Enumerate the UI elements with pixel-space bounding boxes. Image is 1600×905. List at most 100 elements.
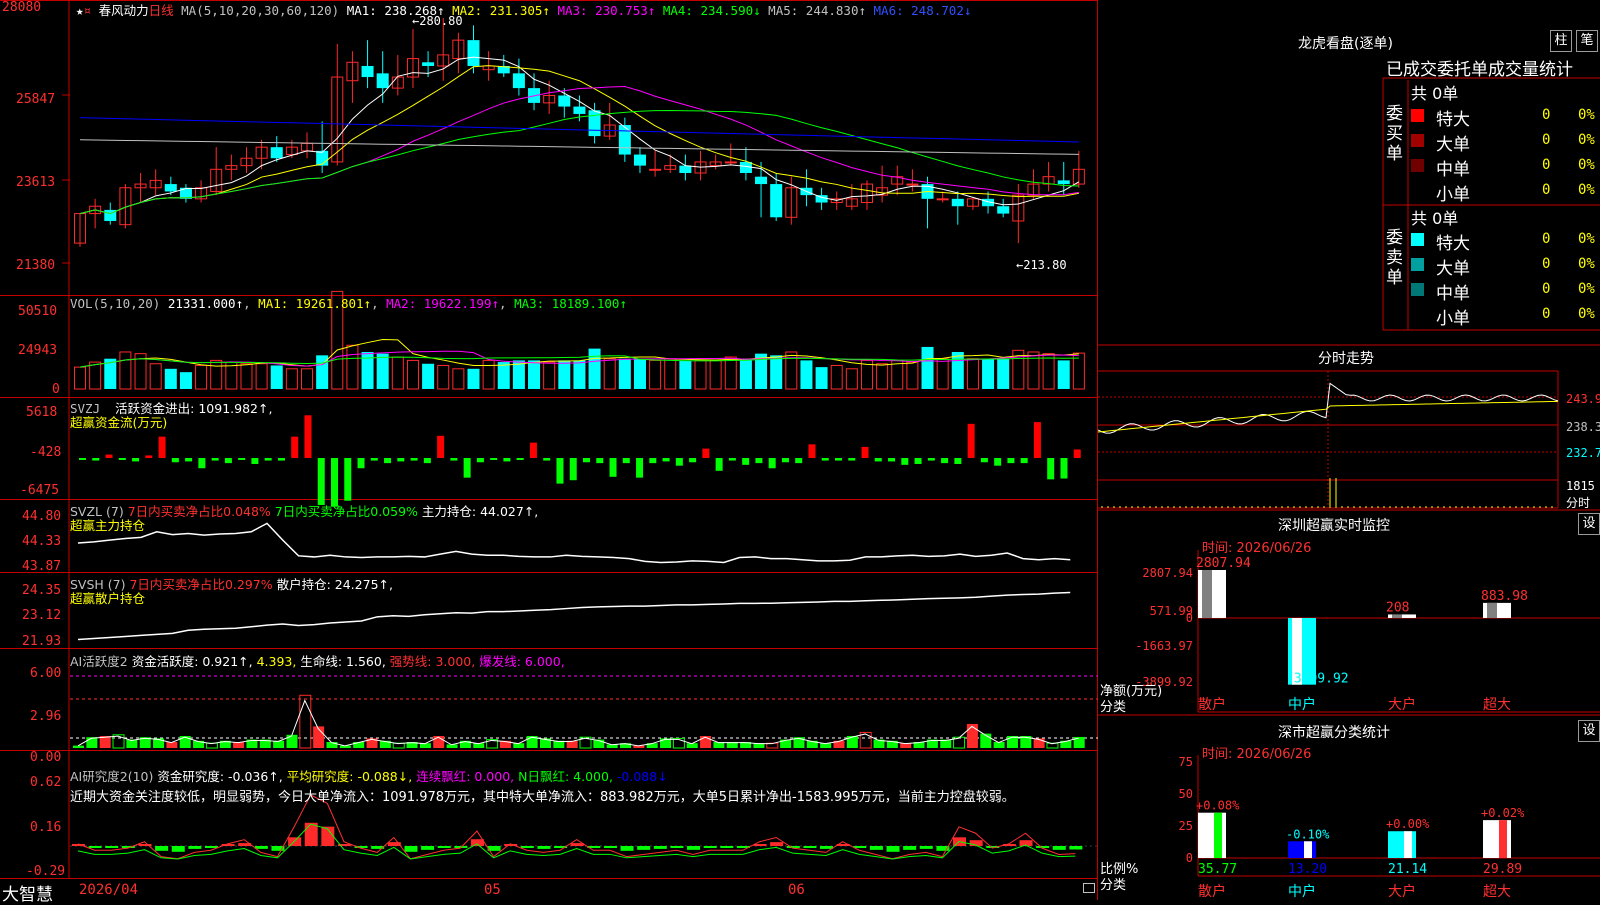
volume-bar — [406, 359, 419, 390]
vol-legend: VOL(5,10,20) 21331.000↑, MA1: 19261.801↑… — [70, 296, 627, 311]
fund-flow-bar — [1020, 458, 1028, 464]
fund-flow-bar — [715, 458, 723, 471]
activity-line — [77, 699, 1079, 747]
fund-flow-bar — [888, 458, 896, 462]
order-percent: 0% — [1578, 132, 1595, 148]
fund-flow-bar — [331, 458, 338, 507]
svzj-subtitle: 超赢资金流(万元) — [70, 415, 168, 430]
star-icon[interactable]: ★ — [76, 3, 84, 18]
y-tick-top: 28080 — [2, 0, 42, 15]
candle-body — [755, 176, 768, 185]
order-percent: 0% — [1578, 231, 1595, 247]
fund-flow-bar — [224, 458, 232, 464]
volume-bar — [240, 363, 253, 390]
y-tick: -0.29 — [26, 864, 66, 879]
order-size-label: 特大 — [1436, 234, 1470, 254]
ma-legend-item[interactable]: MA5: 244.830↑ — [768, 3, 873, 18]
volume-bar — [679, 360, 692, 389]
stock-name[interactable]: 春风动力 — [99, 3, 149, 18]
research-bar — [437, 846, 451, 848]
ratio-change-label: -0.10% — [1286, 827, 1330, 841]
volume-bar — [739, 358, 752, 389]
ma-legend-item[interactable]: MA4: 234.590↓ — [663, 3, 768, 18]
ma-legend-item[interactable]: MA6: 248.702↓ — [874, 3, 972, 18]
volume-bar — [437, 364, 450, 390]
fund-flow-bar — [264, 458, 272, 461]
research-bar — [903, 846, 917, 850]
fund-flow-bar — [437, 435, 445, 458]
volume-bar — [709, 359, 722, 390]
volume-bar — [179, 372, 192, 389]
y-tick: 5618 — [26, 405, 58, 420]
fund-flow-bar — [954, 458, 962, 464]
fund-flow-bar — [344, 458, 352, 501]
volume-bar — [301, 368, 314, 390]
order-size-swatch — [1411, 233, 1424, 246]
volume-bar — [1057, 360, 1070, 389]
y-tick: 43.87 — [22, 559, 62, 574]
order-percent: 0% — [1578, 281, 1595, 297]
fund-flow-bar — [781, 458, 789, 463]
ai1-legend: AI活跃度2 资金活跃度: 0.921↑, 4.393, 生命线: 1.560,… — [70, 654, 565, 669]
candle-body — [573, 106, 586, 114]
analysis-note: 近期大资金关注度较低，明显弱势，今日大单净流入：1091.978万元，其中特大单… — [70, 790, 1015, 805]
order-size-label: 小单 — [1436, 185, 1470, 205]
ratio-value-label: 29.89 — [1483, 862, 1522, 877]
period-label[interactable]: 日线 — [149, 3, 174, 18]
volume-bar — [391, 356, 404, 390]
monitor-settings-button[interactable]: 设 — [1578, 513, 1600, 535]
volume-bar — [588, 348, 601, 389]
tick-mode-button[interactable]: 笔 — [1576, 30, 1598, 52]
lock-icon[interactable] — [1083, 883, 1095, 893]
y-tick: 0.00 — [30, 750, 62, 765]
activity-bar — [286, 734, 298, 748]
fund-flow-bar — [927, 458, 935, 461]
volume-bar — [195, 364, 208, 390]
ratio-value-label: 21.14 — [1388, 862, 1427, 877]
y-tick: 21.93 — [22, 634, 62, 649]
fund-flow-bar — [967, 423, 975, 458]
fund-flow-bar — [185, 458, 193, 462]
classify-xlabel: 分类 — [1100, 878, 1127, 893]
classify-y-tick: 0 — [1186, 851, 1193, 865]
fund-flow-bar — [583, 458, 590, 463]
candle-body — [679, 165, 692, 173]
bar-mode-button[interactable]: 柱 — [1550, 30, 1572, 52]
svzl-subtitle: 超赢主力持仓 — [70, 518, 146, 533]
candle-body — [270, 147, 283, 159]
fund-flow-bar — [251, 458, 259, 464]
research-bar — [720, 846, 734, 848]
fund-flow-bar — [808, 444, 816, 458]
chart-area[interactable] — [0, 0, 1100, 900]
ratio-value-label: 35.77 — [1198, 862, 1237, 877]
candle-body — [376, 73, 389, 89]
net-amount-label: 883.98 — [1481, 589, 1528, 604]
fund-flow-bar — [370, 458, 378, 461]
y-tick: 50510 — [18, 304, 58, 319]
candle-body — [906, 183, 919, 186]
y-tick: 44.33 — [22, 534, 62, 549]
volume-bar — [906, 361, 919, 390]
research-bar — [88, 846, 102, 848]
volume-bar — [346, 344, 359, 390]
research-bar — [470, 839, 484, 846]
ma-legend-item[interactable]: MA2: 231.305↑ — [452, 3, 557, 18]
fund-flow-bar — [277, 458, 285, 461]
monitor-y-tick: -1663.97 — [1135, 639, 1193, 653]
fund-flow-bar — [1033, 422, 1041, 458]
flag-icon[interactable]: ¤ — [84, 3, 92, 18]
candle-body — [1057, 180, 1070, 185]
volume-bar — [528, 360, 541, 389]
fund-flow-bar — [994, 458, 1002, 466]
fund-flow-bar — [171, 458, 179, 463]
fund-flow-bar — [92, 458, 100, 461]
ma-legend-item[interactable]: MA3: 230.753↑ — [557, 3, 662, 18]
buy-side-label: 委买单 — [1386, 104, 1403, 164]
classify-settings-button[interactable]: 设 — [1578, 720, 1600, 742]
order-size-label: 小单 — [1436, 309, 1470, 329]
ma-legend-item[interactable]: MA(5,10,20,30,60,120) — [181, 3, 347, 18]
activity-bar — [966, 724, 978, 748]
order-count: 0 — [1542, 306, 1551, 322]
ratio-value-label: 13.20 — [1288, 862, 1327, 877]
high-marker: ←280.80 — [412, 14, 463, 28]
